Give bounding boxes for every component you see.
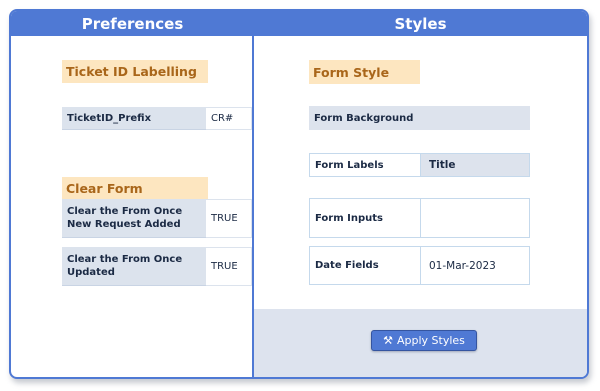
clear-updated-label: Clear the From Once Updated xyxy=(62,247,206,286)
apply-styles-label: Apply Styles xyxy=(396,334,465,347)
form-inputs-label: Form Inputs xyxy=(309,198,420,238)
styles-header: Styles xyxy=(254,11,587,36)
ticket-prefix-input[interactable]: CR# xyxy=(206,107,252,130)
date-fields-swatch[interactable]: 01-Mar-2023 xyxy=(420,246,530,285)
styles-header-label: Styles xyxy=(394,14,447,33)
clear-new-request-input[interactable]: TRUE xyxy=(206,199,252,238)
ticket-id-section-title: Ticket ID Labelling xyxy=(62,60,208,83)
form-background-swatch[interactable] xyxy=(420,106,530,130)
preferences-header: Preferences xyxy=(11,11,254,36)
form-inputs-swatch[interactable] xyxy=(420,198,530,238)
form-labels-label: Form Labels xyxy=(309,153,420,177)
form-background-label: Form Background xyxy=(309,106,420,130)
clear-form-section-title: Clear Form xyxy=(62,177,208,199)
form-labels-swatch[interactable]: Title xyxy=(420,153,530,177)
tools-icon: ⚒ xyxy=(383,334,393,347)
preferences-header-label: Preferences xyxy=(81,14,184,33)
settings-panel: Preferences Styles Ticket ID Labelling T… xyxy=(9,9,589,379)
apply-styles-button[interactable]: ⚒ Apply Styles xyxy=(371,330,477,351)
ticket-prefix-label: TicketID_Prefix xyxy=(62,107,206,130)
styles-footer: ⚒ Apply Styles xyxy=(254,309,587,377)
form-style-section-title: Form Style xyxy=(309,60,420,84)
clear-updated-input[interactable]: TRUE xyxy=(206,247,252,286)
date-fields-label: Date Fields xyxy=(309,246,420,285)
clear-new-request-label: Clear the From Once New Request Added xyxy=(62,199,206,238)
